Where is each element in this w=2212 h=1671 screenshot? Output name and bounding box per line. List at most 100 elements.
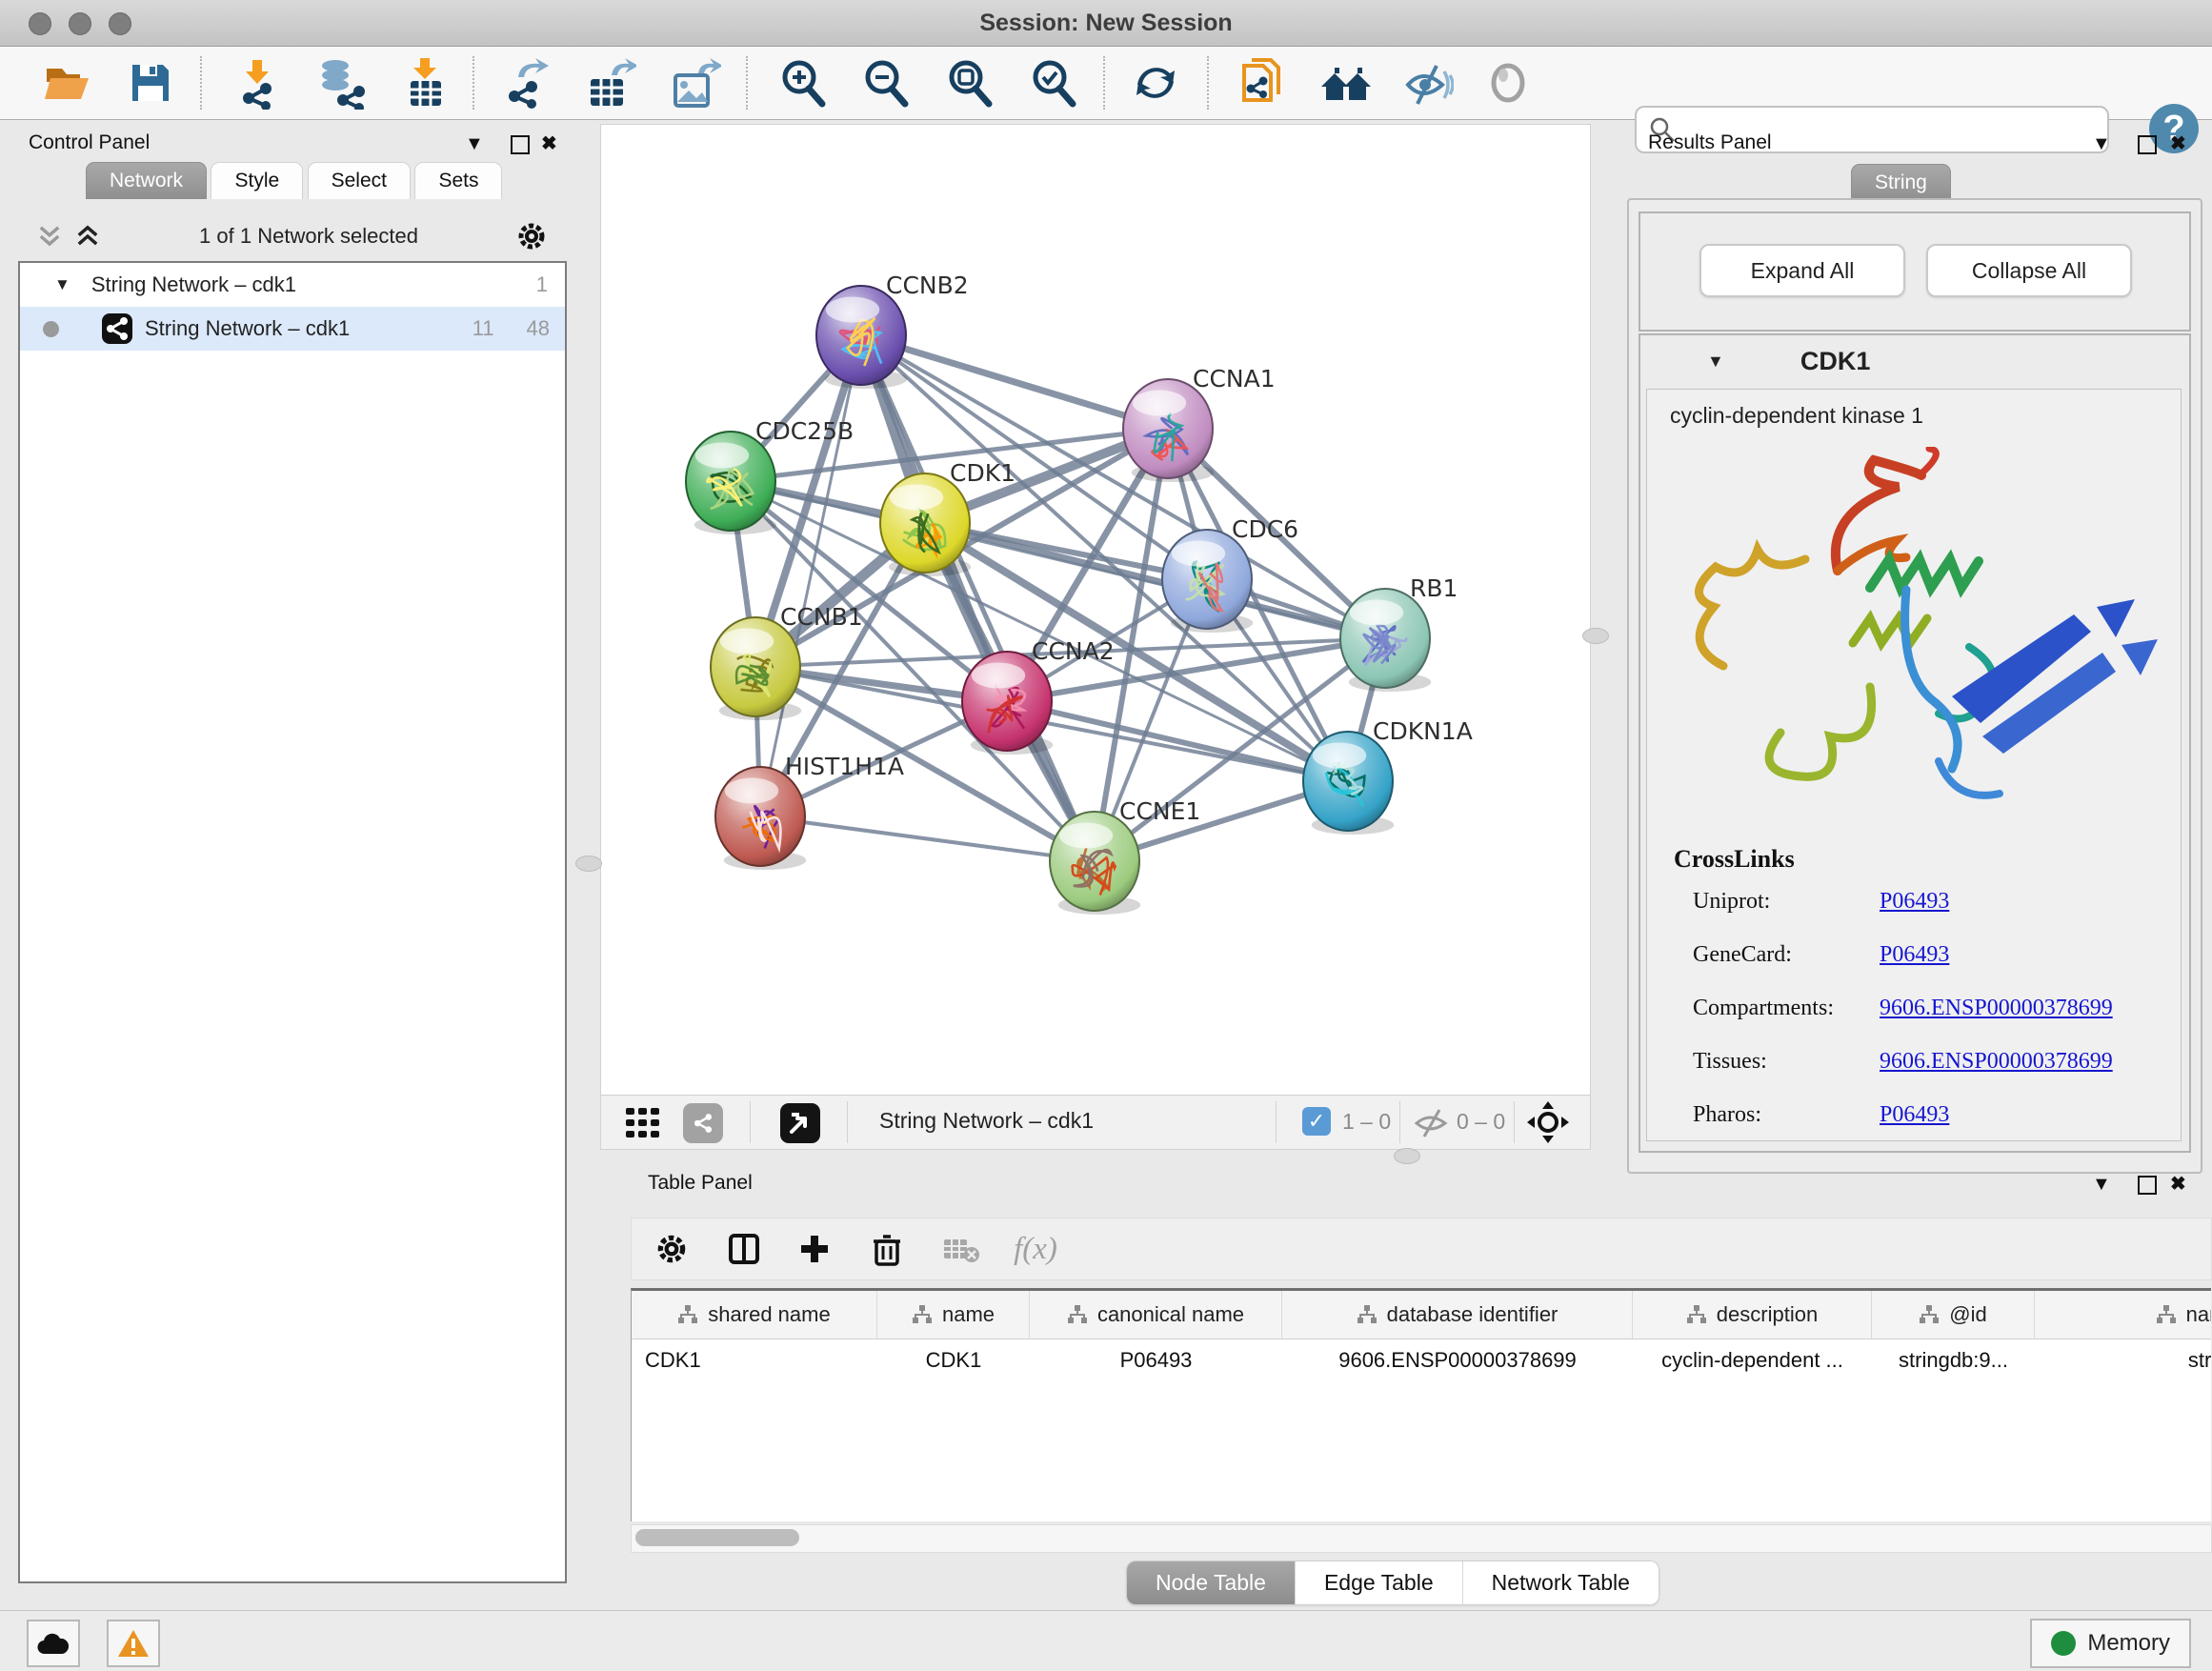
float-panel-icon[interactable] [511, 135, 530, 154]
hide-selected-eye-icon[interactable] [1398, 54, 1456, 111]
tab-network[interactable]: Network [86, 162, 207, 199]
table-header-row: shared name name canonical name database… [632, 1291, 2211, 1339]
panel-menu-icon[interactable]: ▼ [2092, 133, 2111, 155]
delete-column-trash-icon[interactable] [860, 1222, 914, 1276]
zoom-in-icon[interactable] [774, 54, 832, 111]
collapse-all-icon[interactable] [35, 222, 64, 251]
collapse-all-button[interactable]: Collapse All [1926, 244, 2132, 297]
column-header[interactable]: @id [1872, 1291, 2035, 1339]
tab-sets[interactable]: Sets [414, 162, 502, 199]
zoom-fit-icon[interactable] [941, 54, 998, 111]
node-table[interactable]: shared name name canonical name database… [631, 1288, 2211, 1521]
grid-view-icon[interactable] [624, 1104, 662, 1142]
tab-edge-table[interactable]: Edge Table [1296, 1561, 1463, 1604]
expand-all-icon[interactable] [73, 222, 102, 251]
import-table-icon[interactable] [397, 54, 454, 111]
left-splitter-handle[interactable] [575, 856, 602, 872]
scrollbar-thumb[interactable] [635, 1529, 799, 1546]
import-network-database-icon[interactable] [312, 54, 370, 111]
expand-all-button[interactable]: Expand All [1699, 244, 1905, 297]
crosslink-row: Pharos: P06493 [1693, 1102, 2169, 1156]
tab-node-table[interactable]: Node Table [1127, 1561, 1296, 1604]
memory-label: Memory [2087, 1630, 2170, 1657]
results-panel: Results Panel ▼ ✖ String Expand All Coll… [1619, 124, 2212, 1177]
save-session-icon[interactable] [122, 54, 179, 111]
table-cell[interactable]: cyclin-dependent ... [1633, 1339, 1872, 1382]
toolbar-separator [847, 1101, 848, 1143]
crosslink-row: Uniprot: P06493 [1693, 889, 2169, 942]
zoom-out-icon[interactable] [857, 54, 915, 111]
zoom-selected-icon[interactable] [1025, 54, 1082, 111]
string-share-icon[interactable] [683, 1103, 723, 1143]
horizontal-scrollbar[interactable] [631, 1524, 2212, 1553]
float-panel-icon[interactable] [2138, 1176, 2157, 1195]
float-panel-icon[interactable] [2138, 135, 2157, 154]
export-network-icon[interactable] [497, 54, 554, 111]
crosslink-link[interactable]: 9606.ENSP00000378699 [1880, 1049, 2113, 1075]
network-node-CCNB1 [711, 617, 800, 716]
column-header[interactable]: canonical name [1030, 1291, 1282, 1339]
toolbar-separator [1207, 56, 1209, 110]
crosslink-link[interactable]: P06493 [1880, 889, 1949, 915]
table-cell[interactable]: stringdb [2035, 1339, 2211, 1382]
tab-network-table[interactable]: Network Table [1463, 1561, 1659, 1604]
node-label-CDC25B: CDC25B [755, 417, 854, 445]
table-cell[interactable]: stringdb:9... [1872, 1339, 2035, 1382]
crosslink-link[interactable]: P06493 [1880, 942, 1949, 968]
table-cell[interactable]: CDK1 [877, 1339, 1030, 1382]
tab-select[interactable]: Select [308, 162, 411, 199]
network-node-CCNA2 [962, 652, 1052, 751]
home-icon[interactable] [1317, 54, 1375, 111]
close-panel-icon[interactable]: ✖ [2170, 1172, 2186, 1196]
gear-icon[interactable] [515, 220, 548, 252]
network-collection-row[interactable]: ▼ String Network – cdk1 1 [20, 263, 565, 307]
add-column-icon[interactable] [788, 1222, 841, 1276]
network-row[interactable]: String Network – cdk1 11 48 [20, 307, 565, 351]
cloud-button[interactable] [27, 1620, 80, 1667]
gene-header[interactable]: ▼ CDK1 [1640, 335, 2189, 387]
column-header[interactable]: name [877, 1291, 1030, 1339]
panel-menu-icon[interactable]: ▼ [465, 133, 484, 155]
collapse-triangle-icon[interactable]: ▼ [1707, 352, 1724, 372]
right-splitter-handle[interactable] [1582, 628, 1609, 644]
collapse-triangle-icon[interactable]: ▼ [54, 275, 70, 294]
close-panel-icon[interactable]: ✖ [2170, 131, 2186, 155]
toolbar-separator [1276, 1101, 1277, 1143]
table-settings-gear-icon[interactable] [645, 1222, 698, 1276]
hidden-eye-icon [1413, 1108, 1451, 1138]
expand-collapse-box: Expand All Collapse All [1639, 211, 2191, 332]
birdseye-crosshair-icon[interactable] [1527, 1101, 1569, 1143]
column-header[interactable]: shared name [632, 1291, 877, 1339]
table-cell[interactable]: 9606.ENSP00000378699 [1282, 1339, 1633, 1382]
network-canvas[interactable]: CCNB2CCNA1CDC25BCDK1CDC6RB1CCNB1CCNA2HIS… [601, 125, 1588, 1094]
string-network-icon [101, 312, 133, 345]
tab-string[interactable]: String [1851, 164, 1951, 201]
export-image-icon[interactable] [666, 54, 723, 111]
export-table-icon[interactable] [581, 54, 638, 111]
table-cell[interactable]: CDK1 [632, 1339, 877, 1382]
node-label-CCNA1: CCNA1 [1193, 365, 1276, 393]
network-node-CCNB2 [816, 286, 906, 385]
table-row[interactable]: CDK1CDK1P064939606.ENSP00000378699cyclin… [632, 1339, 2211, 1382]
column-header[interactable]: database identifier [1282, 1291, 1633, 1339]
clone-network-icon[interactable] [1235, 54, 1292, 111]
crosslink-label: Compartments: [1693, 996, 1834, 1021]
show-columns-icon[interactable] [717, 1222, 771, 1276]
column-header[interactable]: namespace [2035, 1291, 2211, 1339]
table-cell[interactable]: P06493 [1030, 1339, 1282, 1382]
panel-menu-icon[interactable]: ▼ [2092, 1174, 2111, 1196]
node-label-RB1: RB1 [1410, 574, 1458, 602]
selected-checkbox-icon[interactable]: ✓ [1302, 1107, 1331, 1136]
open-in-new-window-icon[interactable] [780, 1103, 820, 1143]
crosslink-link[interactable]: P06493 [1880, 1102, 1949, 1128]
memory-button[interactable]: Memory [2030, 1619, 2191, 1668]
collection-count: 1 [536, 272, 548, 297]
tab-style[interactable]: Style [211, 162, 303, 199]
open-session-icon[interactable] [38, 54, 95, 111]
column-header[interactable]: description [1633, 1291, 1872, 1339]
refresh-icon[interactable] [1127, 54, 1184, 111]
warning-button[interactable] [107, 1620, 160, 1667]
close-panel-icon[interactable]: ✖ [541, 131, 557, 155]
crosslink-link[interactable]: 9606.ENSP00000378699 [1880, 996, 2113, 1021]
import-network-icon[interactable] [230, 54, 287, 111]
